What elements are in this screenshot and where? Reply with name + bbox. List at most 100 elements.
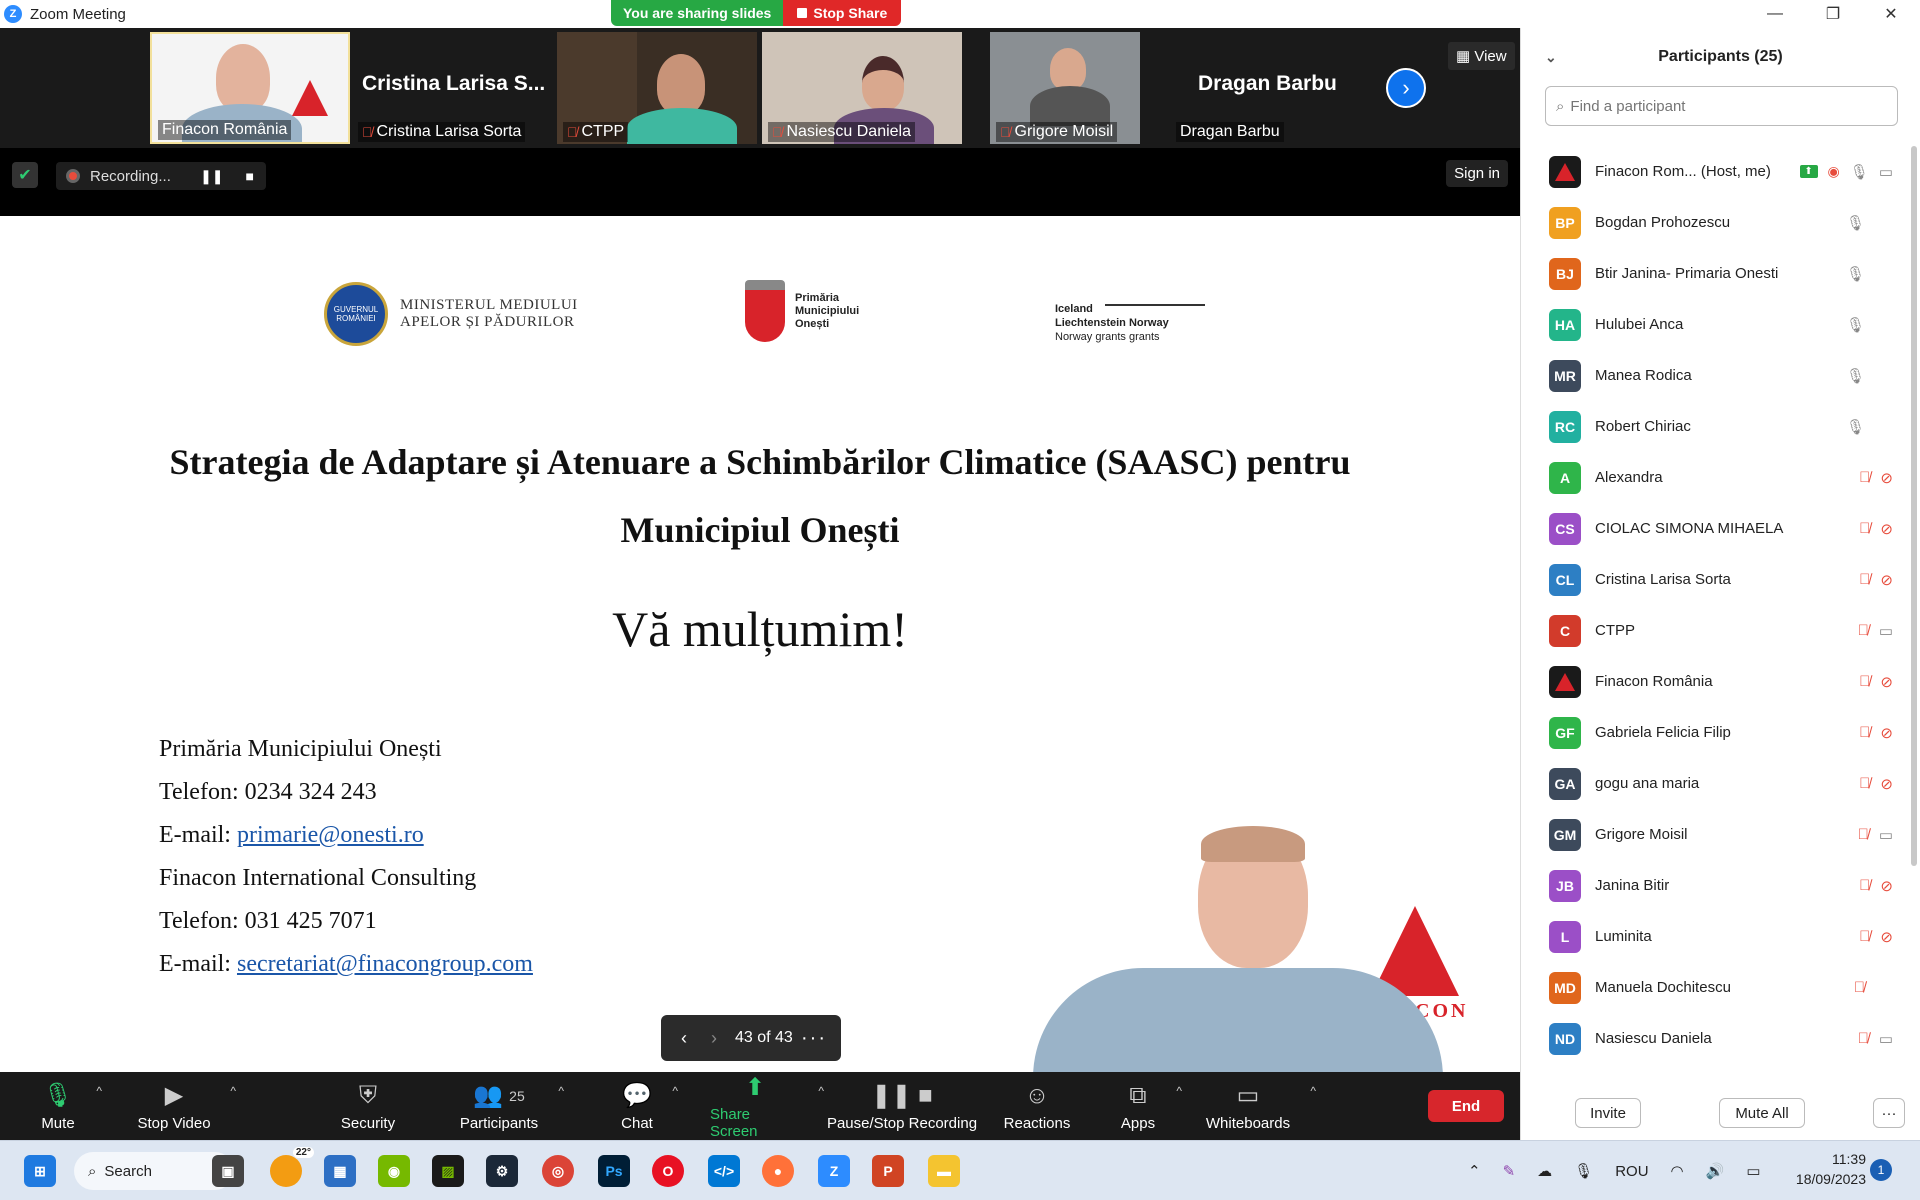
participant-row[interactable]: MD Manuela Dochitescu 🎙̸ (1521, 962, 1909, 1013)
powerpoint-icon[interactable]: P (872, 1155, 904, 1187)
participants-scrollbar[interactable] (1911, 146, 1917, 866)
participant-row[interactable]: RC Robert Chiriac 🎙 (1521, 401, 1909, 452)
invite-button[interactable]: Invite (1575, 1098, 1641, 1128)
battery-icon[interactable]: ▭ (1746, 1162, 1760, 1180)
task-view-icon[interactable]: ▣ (212, 1155, 244, 1187)
cloud-icon[interactable]: ☁ (1537, 1162, 1552, 1180)
video-camera-icon[interactable]: ▭ (1879, 622, 1893, 640)
notification-badge[interactable]: 1 (1870, 1159, 1892, 1181)
apps-options-caret[interactable]: ^ (1176, 1084, 1182, 1098)
opera-icon[interactable]: O (652, 1155, 684, 1187)
restore-button[interactable]: ❐ (1804, 0, 1862, 28)
video-off-icon[interactable]: ⊘ (1880, 469, 1893, 487)
video-tile[interactable]: Cristina Larisa S... 🎙̸ Cristina Larisa S… (352, 32, 552, 144)
firefox-icon[interactable]: ● (762, 1155, 794, 1187)
apps-button[interactable]: ⧉ Apps ^ (1118, 1072, 1182, 1140)
participant-search[interactable]: ⌕ (1545, 86, 1898, 126)
store-icon[interactable]: ▦ (324, 1155, 356, 1187)
participant-row[interactable]: GA gogu ana maria 🎙̸ ⊘ (1521, 758, 1909, 809)
video-off-icon[interactable]: ⊘ (1880, 571, 1893, 589)
video-tile[interactable]: 🎙̸ CTPP (557, 32, 757, 144)
video-tile[interactable]: 🎙̸ Nasiescu Daniela (762, 32, 962, 144)
microphone-icon[interactable]: 🎙 (1846, 418, 1865, 436)
video-camera-icon[interactable]: ▭ (1879, 1030, 1893, 1048)
taskbar-search[interactable]: ⌕ Search (74, 1152, 234, 1190)
video-off-icon[interactable]: ⊘ (1880, 520, 1893, 538)
language-indicator[interactable]: ROU (1615, 1163, 1648, 1180)
participant-row[interactable]: ND Nasiescu Daniela 🎙̸ ▭ (1521, 1013, 1909, 1064)
pause-stop-recording-button[interactable]: ❚❚ ■ Pause/Stop Recording (826, 1072, 978, 1140)
participants-button[interactable]: 👥 25 Participants ^ (458, 1072, 564, 1140)
mic-muted-icon[interactable]: 🎙̸ (1859, 724, 1870, 741)
video-camera-icon[interactable]: ▭ (1879, 163, 1893, 181)
video-camera-icon[interactable]: ▭ (1879, 826, 1893, 844)
chat-button[interactable]: 💬 Chat ^ (620, 1072, 678, 1140)
participant-row[interactable]: CS CIOLAC SIMONA MIHAELA 🎙̸ ⊘ (1521, 503, 1909, 554)
reactions-button[interactable]: ☺ Reactions (1002, 1072, 1072, 1140)
participant-row[interactable]: BJ Btir Janina- Primaria Onesti 🎙 (1521, 248, 1909, 299)
share-options-caret[interactable]: ^ (818, 1084, 824, 1098)
microphone-icon[interactable]: 🎙 (1850, 163, 1869, 181)
video-tile[interactable]: 🎙̸ Grigore Moisil (990, 32, 1140, 144)
stop-recording-button[interactable]: ■ (246, 168, 254, 185)
participant-row[interactable]: L Luminita 🎙̸ ⊘ (1521, 911, 1909, 962)
wifi-icon[interactable]: ◠ (1671, 1162, 1684, 1180)
security-button[interactable]: ⛨ Security (338, 1072, 398, 1140)
photoshop-icon[interactable]: Ps (598, 1155, 630, 1187)
mic-muted-icon[interactable]: 🎙̸ (1859, 877, 1870, 894)
geforce-icon[interactable]: ▨ (432, 1155, 464, 1187)
volume-icon[interactable]: 🔊 (1706, 1162, 1725, 1180)
microphone-icon[interactable]: 🎙 (1846, 214, 1865, 232)
video-tile[interactable]: Dragan Barbu Dragan Barbu (1170, 32, 1370, 144)
slide-more-button[interactable]: ··· (801, 1027, 827, 1050)
participant-row[interactable]: GM Grigore Moisil 🎙̸ ▭ (1521, 809, 1909, 860)
close-button[interactable]: ✕ (1862, 0, 1920, 28)
share-screen-button[interactable]: ⬆ Share Screen ^ (710, 1072, 824, 1141)
email2-link[interactable]: secretariat@finacongroup.com (237, 951, 533, 977)
participant-row[interactable]: HA Hulubei Anca 🎙 (1521, 299, 1909, 350)
video-options-caret[interactable]: ^ (230, 1084, 236, 1098)
microphone-icon[interactable]: 🎙 (1846, 316, 1865, 334)
next-slide-button[interactable]: › (699, 1028, 729, 1049)
end-meeting-button[interactable]: End (1428, 1090, 1504, 1122)
mic-muted-icon[interactable]: 🎙̸ (1859, 928, 1870, 945)
participants-options-caret[interactable]: ^ (558, 1084, 564, 1098)
encryption-shield-icon[interactable]: ✔ (12, 162, 38, 188)
video-off-icon[interactable]: ⊘ (1880, 775, 1893, 793)
video-off-icon[interactable]: ⊘ (1880, 877, 1893, 895)
whiteboards-button[interactable]: ▭ Whiteboards ^ (1204, 1072, 1316, 1140)
more-options-button[interactable]: ··· (1873, 1098, 1905, 1128)
steam-icon[interactable]: ⚙ (486, 1155, 518, 1187)
participant-row[interactable]: CL Cristina Larisa Sorta 🎙̸ ⊘ (1521, 554, 1909, 605)
vscode-icon[interactable]: </> (708, 1155, 740, 1187)
chat-options-caret[interactable]: ^ (672, 1084, 678, 1098)
sign-in-button[interactable]: Sign in (1446, 160, 1508, 187)
mic-muted-icon[interactable]: 🎙̸ (1858, 622, 1869, 639)
zoom-icon[interactable]: Z (818, 1155, 850, 1187)
participant-row[interactable]: JB Janina Bitir 🎙̸ ⊘ (1521, 860, 1909, 911)
participant-search-input[interactable] (1570, 97, 1871, 115)
participant-row[interactable]: A Alexandra 🎙̸ ⊘ (1521, 452, 1909, 503)
stop-video-button[interactable]: ▶ Stop Video ^ (136, 1072, 236, 1140)
pause-recording-button[interactable]: ❚❚ (200, 168, 223, 185)
participant-row[interactable]: Finacon Rom... (Host, me) ⬆ ◉ 🎙 ▭ (1521, 146, 1909, 197)
weather-icon[interactable]: 22° (270, 1147, 314, 1187)
mic-muted-icon[interactable]: 🎙̸ (1859, 571, 1870, 588)
pen-icon[interactable]: ✎ (1503, 1162, 1516, 1180)
microphone-icon[interactable]: 🎙 (1574, 1162, 1593, 1180)
participant-row[interactable]: GF Gabriela Felicia Filip 🎙̸ ⊘ (1521, 707, 1909, 758)
mute-button[interactable]: 🎙 Mute ^ (38, 1072, 102, 1140)
previous-slide-button[interactable]: ‹ (669, 1028, 699, 1049)
mic-muted-icon[interactable]: 🎙̸ (1854, 979, 1865, 996)
mic-muted-icon[interactable]: 🎙̸ (1858, 1030, 1869, 1047)
mic-muted-icon[interactable]: 🎙̸ (1859, 520, 1870, 537)
mic-muted-icon[interactable]: 🎙̸ (1859, 673, 1870, 690)
nvidia-icon[interactable]: ◉ (378, 1155, 410, 1187)
video-tile[interactable]: Finacon România (150, 32, 350, 144)
participant-row[interactable]: BP Bogdan Prohozescu 🎙 (1521, 197, 1909, 248)
microphone-icon[interactable]: 🎙 (1846, 265, 1865, 283)
whiteboards-options-caret[interactable]: ^ (1310, 1084, 1316, 1098)
participant-row[interactable]: Finacon România 🎙̸ ⊘ (1521, 656, 1909, 707)
chrome-icon[interactable]: ◎ (542, 1155, 574, 1187)
mic-muted-icon[interactable]: 🎙̸ (1858, 826, 1869, 843)
